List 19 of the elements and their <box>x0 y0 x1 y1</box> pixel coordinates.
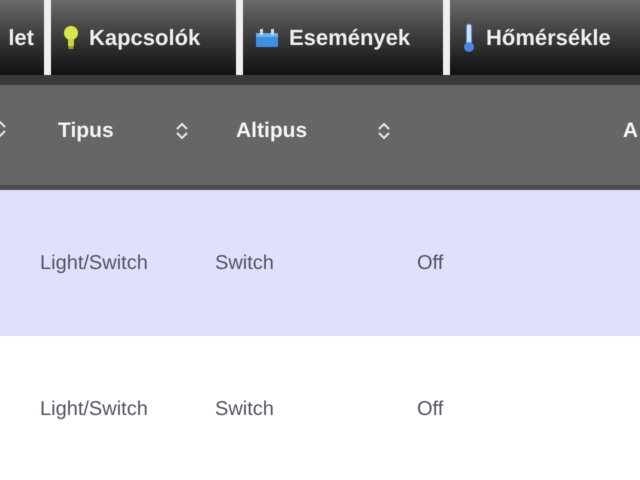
lightbulb-icon <box>63 24 79 50</box>
table-cell: Light/Switch <box>40 398 148 420</box>
thermometer-icon <box>462 22 476 52</box>
nav-tab[interactable]: Események <box>243 0 443 75</box>
column-header[interactable]: Tipus <box>40 115 215 147</box>
table-cell: Switch <box>215 252 274 274</box>
nav-tab[interactable]: let <box>0 0 44 75</box>
table-cell: Switch <box>215 398 274 420</box>
nav-tab[interactable]: Kapcsolók <box>51 0 236 75</box>
sort-icon[interactable] <box>377 121 391 141</box>
table-cell: Light/Switch <box>40 252 148 274</box>
calendar-icon <box>255 28 279 48</box>
column-header[interactable]: A <box>622 115 638 147</box>
table-row[interactable]: Light/Switch Switch Off <box>0 190 640 336</box>
column-header[interactable]: Altipus <box>215 115 417 147</box>
table-cell: Off <box>417 398 444 420</box>
sort-icon[interactable] <box>175 121 189 141</box>
nav-tab[interactable]: Hőmérsékle <box>450 0 640 75</box>
table-cell: Off <box>417 252 444 274</box>
